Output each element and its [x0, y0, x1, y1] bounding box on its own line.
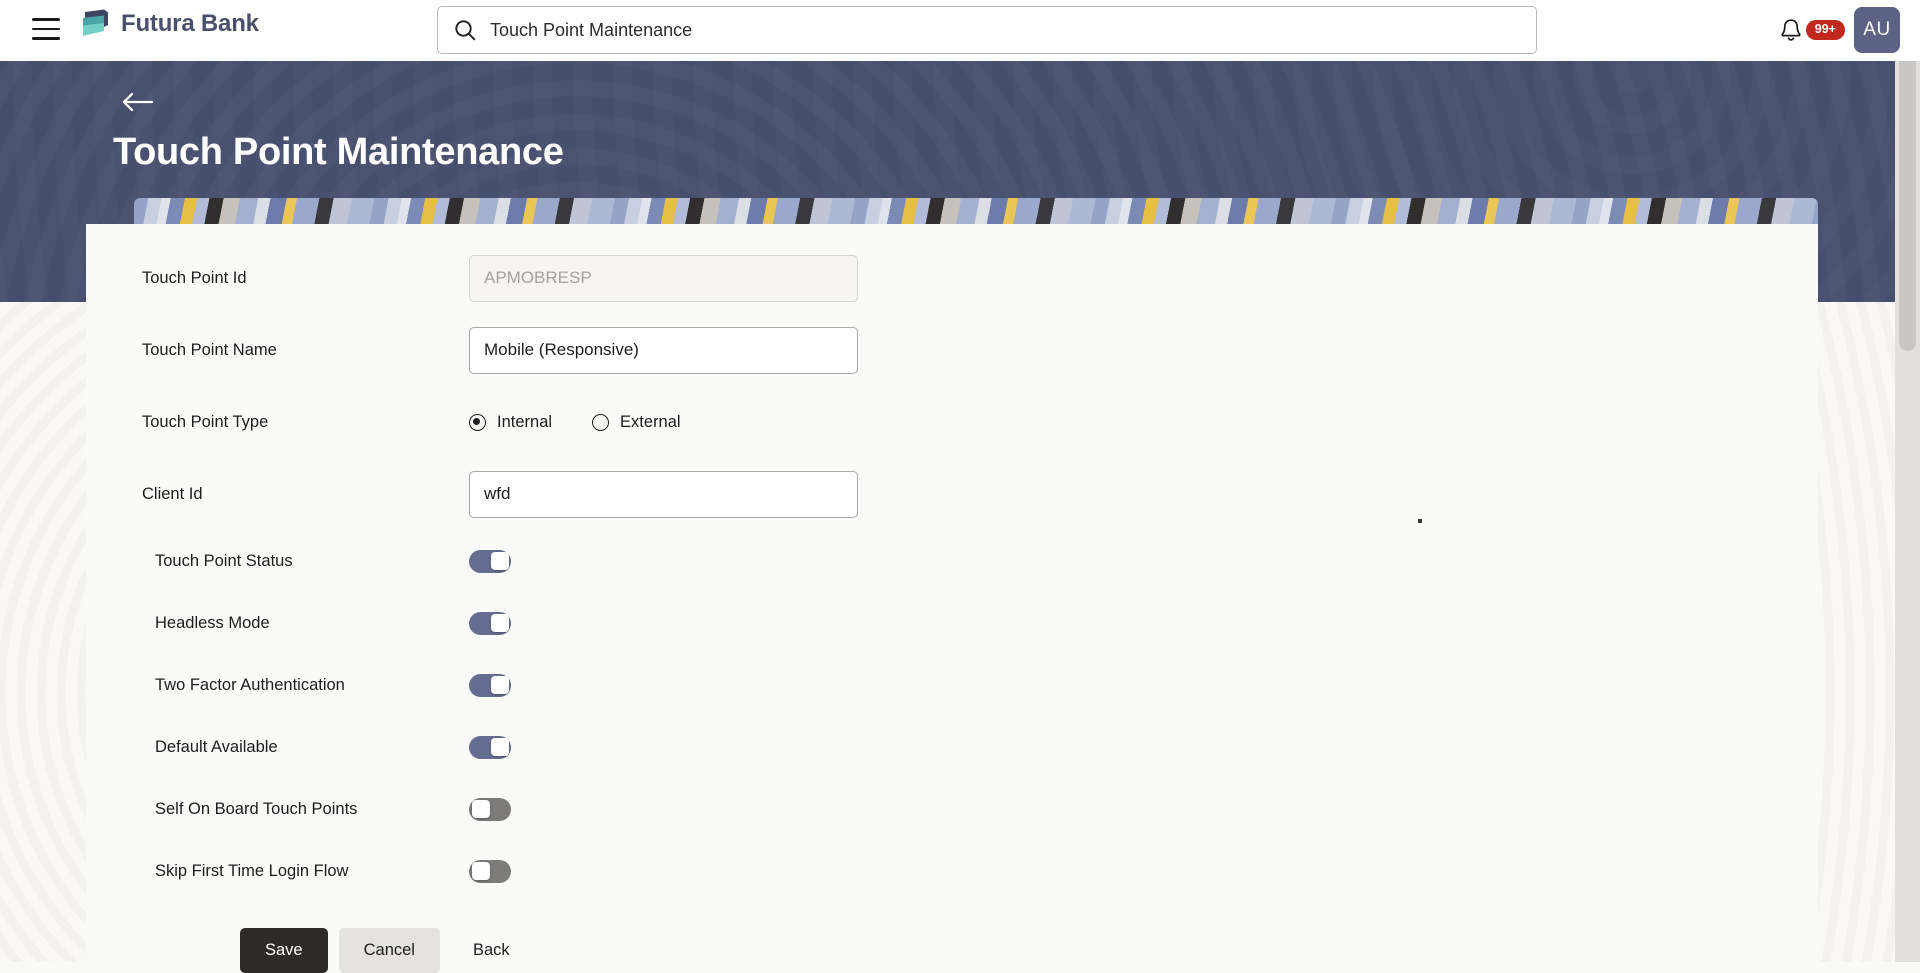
- page-scrollbar[interactable]: [1895, 51, 1920, 962]
- label-self-on-board-touch-points: Self On Board Touch Points: [155, 800, 469, 819]
- toggle-knob: [472, 862, 490, 880]
- form-card: Touch Point Id Touch Point Name Touch Po…: [86, 224, 1818, 973]
- decorative-banner-image: [134, 198, 1818, 224]
- form-row-two-factor-authentication: Two Factor Authentication: [86, 654, 1818, 716]
- form-row-touch-point-type: Touch Point Type Internal External: [86, 386, 1818, 458]
- toggle-headless-mode[interactable]: [469, 612, 511, 635]
- label-touch-point-id: Touch Point Id: [142, 269, 469, 288]
- toggle-default-available[interactable]: [469, 736, 511, 759]
- radio-external-icon[interactable]: [592, 414, 609, 431]
- form-row-touch-point-name: Touch Point Name: [86, 314, 1818, 386]
- back-arrow-icon[interactable]: [121, 89, 155, 115]
- header-right-cluster: 99+ AU: [1779, 6, 1900, 54]
- toggle-knob: [491, 676, 509, 694]
- page-scrollbar-thumb[interactable]: [1899, 51, 1916, 351]
- touch-point-card: Touch Point Id Touch Point Name Touch Po…: [86, 198, 1818, 973]
- client-id-input[interactable]: [469, 471, 858, 518]
- toggle-two-factor-authentication[interactable]: [469, 674, 511, 697]
- form-row-default-available: Default Available: [86, 716, 1818, 778]
- search-input[interactable]: Touch Point Maintenance: [437, 6, 1537, 54]
- toggle-knob: [491, 614, 509, 632]
- radio-internal-icon[interactable]: [469, 414, 486, 431]
- radio-external[interactable]: External: [592, 413, 681, 432]
- toggle-knob: [472, 800, 490, 818]
- touch-point-id-input[interactable]: [469, 255, 858, 302]
- label-headless-mode: Headless Mode: [155, 614, 469, 633]
- notification-count-badge[interactable]: 99+: [1806, 20, 1845, 40]
- brand-name: Futura Bank: [121, 10, 259, 38]
- form-row-self-on-board-touch-points: Self On Board Touch Points: [86, 778, 1818, 840]
- form-row-client-id: Client Id: [86, 458, 1818, 530]
- futura-bank-logo-icon: [80, 8, 110, 40]
- save-button[interactable]: Save: [240, 928, 328, 973]
- label-skip-first-time-login-flow: Skip First Time Login Flow: [155, 862, 469, 881]
- top-header-bar: Futura Bank Touch Point Maintenance 99+ …: [0, 0, 1920, 61]
- label-touch-point-status: Touch Point Status: [155, 552, 469, 571]
- touch-point-name-input[interactable]: [469, 327, 858, 374]
- bell-icon: [1779, 17, 1803, 43]
- label-client-id: Client Id: [142, 485, 469, 504]
- touch-point-type-radio-group: Internal External: [469, 413, 681, 432]
- cancel-button[interactable]: Cancel: [339, 928, 440, 973]
- radio-external-label: External: [620, 413, 681, 432]
- cursor-artifact: [1418, 519, 1422, 523]
- back-button[interactable]: Back: [451, 928, 532, 973]
- form-row-skip-first-time-login-flow: Skip First Time Login Flow: [86, 840, 1818, 902]
- form-row-headless-mode: Headless Mode: [86, 592, 1818, 654]
- toggle-skip-first-time-login-flow[interactable]: [469, 860, 511, 883]
- radio-internal[interactable]: Internal: [469, 413, 552, 432]
- search-icon: [454, 19, 476, 41]
- toggle-knob: [491, 738, 509, 756]
- form-actions: Save Cancel Back: [86, 902, 1818, 973]
- label-touch-point-type: Touch Point Type: [142, 413, 469, 432]
- page-title: Touch Point Maintenance: [113, 131, 564, 174]
- brand-logo-link[interactable]: Futura Bank: [80, 8, 259, 40]
- label-touch-point-name: Touch Point Name: [142, 341, 469, 360]
- notifications-button[interactable]: 99+: [1779, 17, 1845, 43]
- form-row-touch-point-id: Touch Point Id: [86, 242, 1818, 314]
- toggle-self-on-board-touch-points[interactable]: [469, 798, 511, 821]
- user-avatar[interactable]: AU: [1854, 7, 1900, 53]
- form-row-touch-point-status: Touch Point Status: [86, 530, 1818, 592]
- radio-internal-label: Internal: [497, 413, 552, 432]
- toggle-knob: [491, 552, 509, 570]
- search-input-value: Touch Point Maintenance: [490, 21, 692, 39]
- label-two-factor-authentication: Two Factor Authentication: [155, 676, 469, 695]
- label-default-available: Default Available: [155, 738, 469, 757]
- hamburger-menu-icon[interactable]: [32, 18, 60, 40]
- toggle-touch-point-status[interactable]: [469, 550, 511, 573]
